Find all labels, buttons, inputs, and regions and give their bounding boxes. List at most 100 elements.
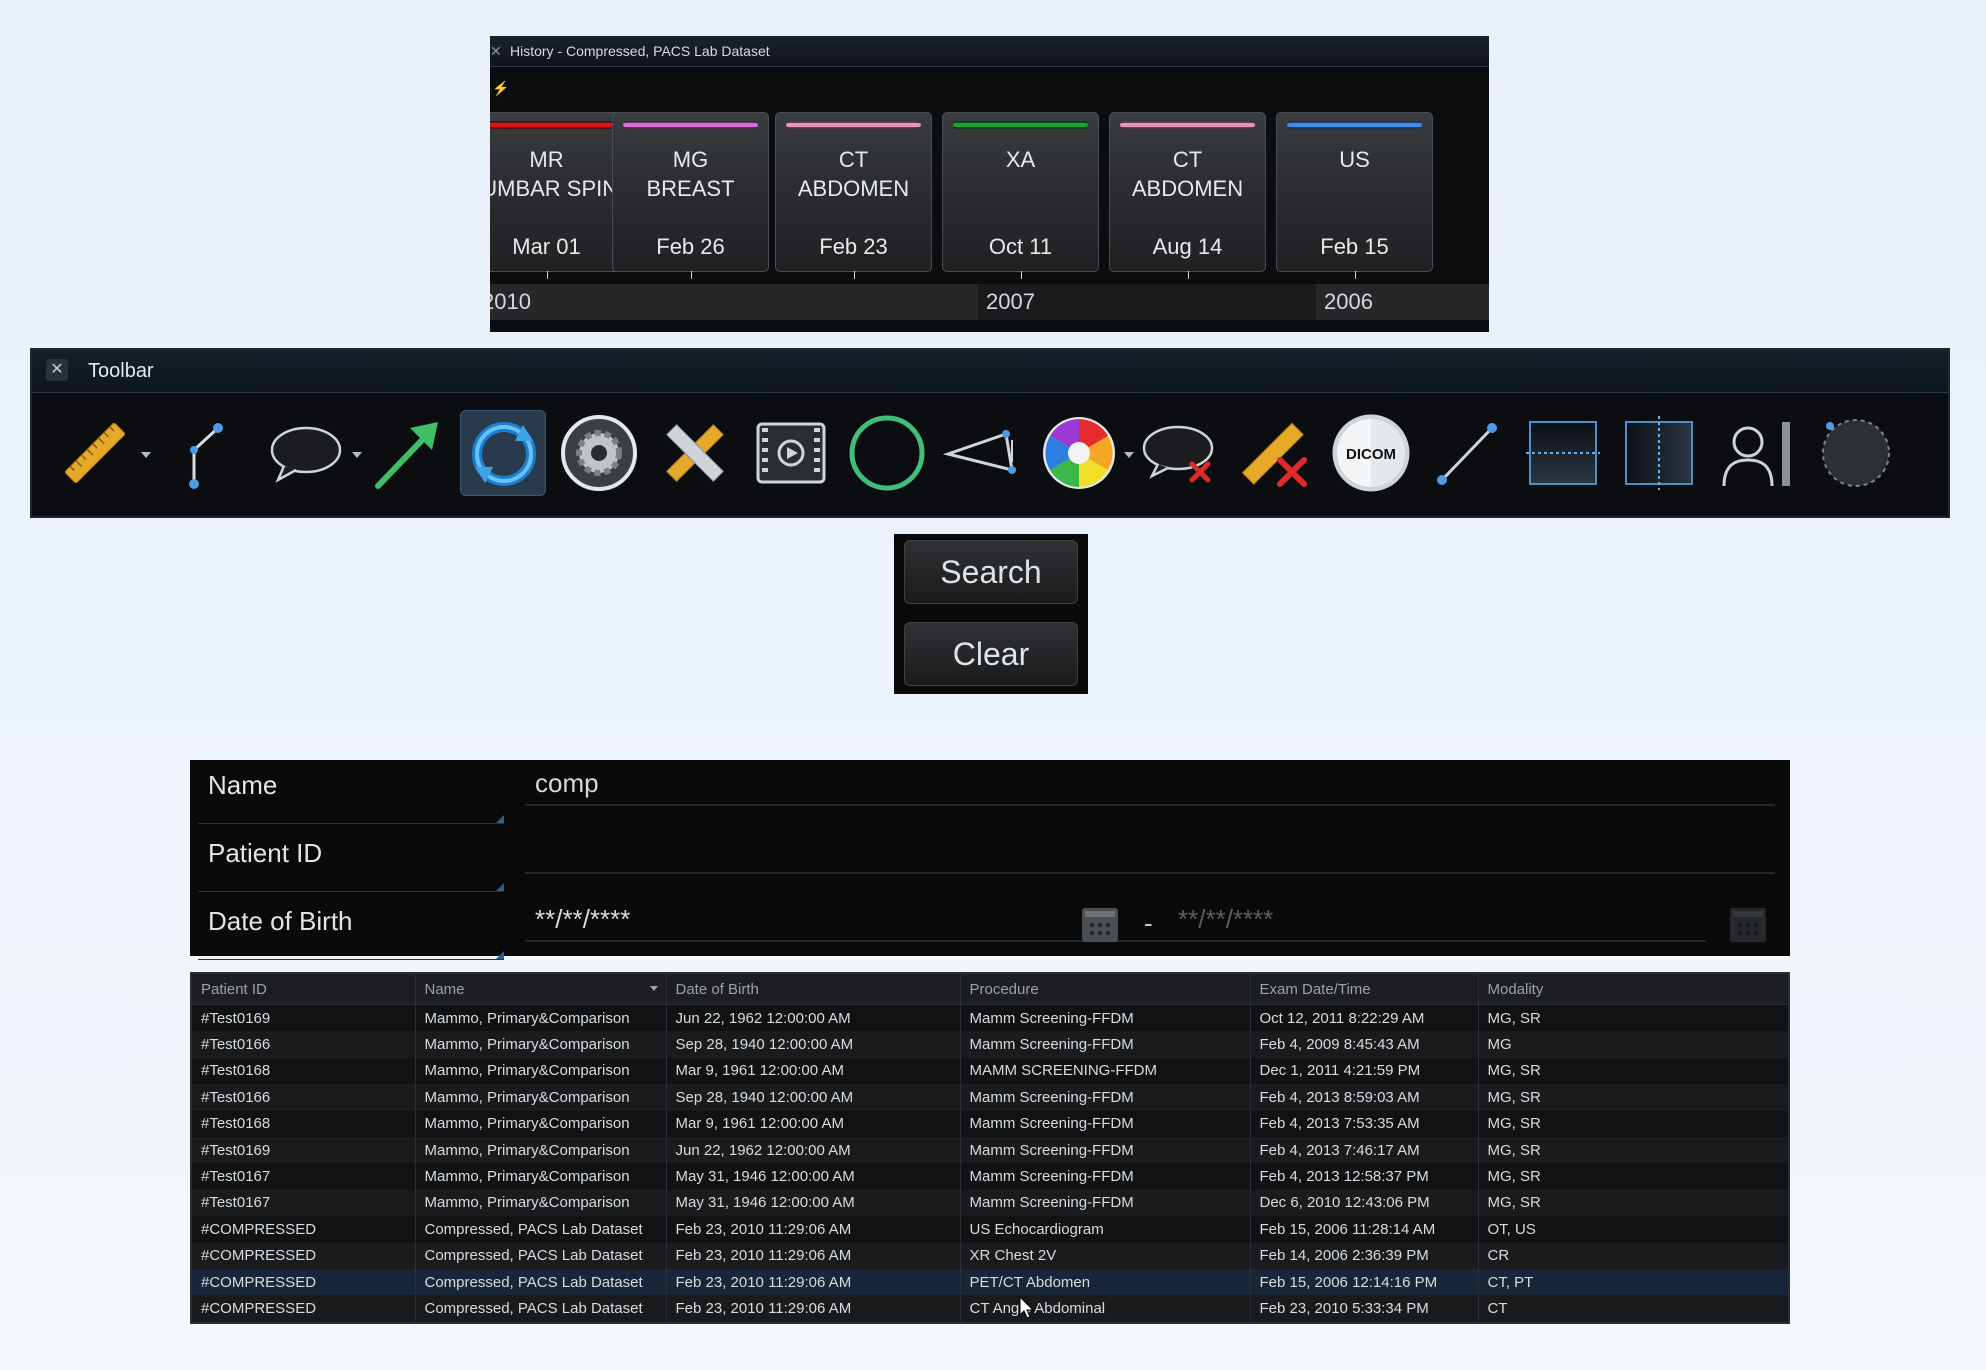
crossed-rulers-icon[interactable] [652,410,738,496]
card-date: Feb 15 [1320,234,1389,259]
table-row[interactable]: #Test0166 Mammo, Primary&Comparison Sep 28… [192,1031,1788,1058]
label-underline [198,823,504,824]
card-body-part: LUMBAR SPINE [490,176,633,201]
line-icon[interactable] [1424,410,1510,496]
table-cell: Mamm Screening-FFDM [960,1031,1251,1058]
table-cell: OT, US [1478,1216,1788,1243]
sync-icon[interactable] [460,410,546,496]
angle-icon[interactable] [154,410,240,496]
table-cell: #COMPRESSED [192,1295,416,1322]
circle-icon[interactable] [844,410,930,496]
clear-button[interactable]: Clear [904,622,1078,686]
table-row[interactable]: #COMPRESSED Compressed, PACS Lab Dataset F… [192,1242,1788,1269]
chevron-down-icon[interactable] [1124,452,1134,458]
table-cell: Feb 4, 2013 7:53:35 AM [1250,1110,1479,1137]
column-header-patient-id[interactable]: Patient ID [192,974,416,1005]
history-study-card[interactable]: CT ABDOMEN Feb 23 [775,112,932,279]
table-cell: #Test0166 [192,1031,416,1058]
table-cell: Mammo, Primary&Comparison [415,1110,667,1137]
card-modality: XA [1005,147,1036,172]
modality-color-fill [623,123,758,127]
search-button[interactable]: Search [904,540,1078,604]
year-segment [490,284,978,320]
timeline-tick [1354,271,1356,279]
delete-measurement-icon[interactable] [1232,410,1318,496]
table-cell: May 31, 1946 12:00:00 AM [666,1189,961,1217]
close-icon[interactable]: ✕ [46,359,68,381]
calendar-icon[interactable] [1730,908,1766,942]
table-row[interactable]: #Test0168 Mammo, Primary&Comparison Mar 9,… [192,1110,1788,1137]
column-header-name[interactable]: Name [415,974,667,1005]
table-cell: Mammo, Primary&Comparison [415,1189,667,1217]
table-cell: Feb 4, 2013 12:58:37 PM [1250,1163,1479,1190]
table-cell: Mamm Screening-FFDM [960,1189,1251,1217]
table-row[interactable]: #Test0169 Mammo, Primary&Comparison Jun 22… [192,1004,1788,1032]
label-underline [198,891,504,892]
table-cell: Oct 12, 2011 8:22:29 AM [1250,1004,1479,1032]
close-icon[interactable]: ✕ [490,36,502,66]
modality-color-bar [623,121,758,129]
patient-id-label: Patient ID [208,838,323,868]
table-row[interactable]: #Test0167 Mammo, Primary&Comparison May 31… [192,1189,1788,1217]
patient-info-icon[interactable] [1712,410,1798,496]
history-study-card[interactable]: CT ABDOMEN Aug 14 [1109,112,1266,279]
vertical-split-icon[interactable] [1616,410,1702,496]
year-label: 2007 [986,289,1035,314]
table-cell: CR [1478,1242,1788,1269]
column-header-modality[interactable]: Modality [1478,974,1788,1005]
table-row[interactable]: #COMPRESSED Compressed, PACS Lab Dataset F… [192,1268,1788,1296]
film-icon[interactable] [748,410,834,496]
ruler-icon[interactable] [52,410,138,496]
card-date: Feb 26 [656,234,725,259]
table-cell: Feb 14, 2006 2:36:39 PM [1250,1242,1479,1269]
table-row[interactable]: #Test0167 Mammo, Primary&Comparison May 31… [192,1163,1788,1190]
table-cell: Mamm Screening-FFDM [960,1110,1251,1137]
calendar-icon[interactable] [1082,908,1118,942]
history-study-card[interactable]: US Feb 15 [1276,112,1433,279]
arrow-icon[interactable] [364,410,450,496]
chevron-down-icon[interactable] [352,452,362,458]
table-cell: Mammo, Primary&Comparison [415,1136,667,1164]
dotted-circle-icon[interactable] [1808,410,1894,496]
table-cell: Sep 28, 1940 12:00:00 AM [666,1084,961,1111]
dicom-icon[interactable]: DICOM [1328,410,1414,496]
history-study-card[interactable]: XA Oct 11 [942,112,1099,279]
name-field[interactable]: comp [535,768,599,799]
table-cell: Feb 23, 2010 11:29:06 AM [666,1268,961,1296]
modality-color-bar [490,121,614,129]
delete-annotation-icon[interactable] [1136,410,1222,496]
history-study-card[interactable]: MR LUMBAR SPINE Mar 01 [490,112,633,279]
table-row[interactable]: #Test0169 Mammo, Primary&Comparison Jun 22… [192,1136,1788,1164]
dob-from-field[interactable]: **/**/**** [535,904,630,935]
card-body-part: BREAST [646,176,735,201]
label-corner [496,883,504,891]
table-cell: #Test0168 [192,1110,416,1137]
table-row[interactable]: #COMPRESSED Compressed, PACS Lab Dataset F… [192,1295,1788,1322]
table-cell: Mammo, Primary&Comparison [415,1057,667,1085]
modality-color-fill [490,123,614,127]
table-cell: Mammo, Primary&Comparison [415,1084,667,1111]
speech-bubble-icon[interactable] [264,410,350,496]
column-header-procedure[interactable]: Procedure [960,974,1251,1005]
table-cell: MG, SR [1478,1163,1788,1190]
horizontal-split-icon[interactable] [1520,410,1606,496]
color-wheel-icon[interactable] [1036,410,1122,496]
table-row[interactable]: #COMPRESSED Compressed, PACS Lab Dataset F… [192,1216,1788,1243]
history-study-card[interactable]: MG BREAST Feb 26 [612,112,769,279]
dob-to-field[interactable]: **/**/**** [1178,904,1273,935]
table-row[interactable]: #Test0166 Mammo, Primary&Comparison Sep 28… [192,1084,1788,1111]
table-cell: #COMPRESSED [192,1268,416,1296]
card-date: Mar 01 [512,234,581,259]
year-label: 2006 [1324,289,1373,314]
column-header-exam-date-time[interactable]: Exam Date/Time [1250,974,1479,1005]
card-date: Feb 23 [819,234,888,259]
gear-icon[interactable] [556,410,642,496]
chevron-down-icon[interactable] [141,452,151,458]
card-body-part: ABDOMEN [1131,176,1244,201]
table-row[interactable]: #Test0168 Mammo, Primary&Comparison Mar 9,… [192,1057,1788,1085]
pin-icon[interactable]: ⚡ [492,80,509,97]
polygon-icon[interactable] [940,410,1026,496]
column-header-date-of-birth[interactable]: Date of Birth [666,974,961,1005]
timeline-tick [853,271,855,279]
name-field-underline [525,804,1775,806]
